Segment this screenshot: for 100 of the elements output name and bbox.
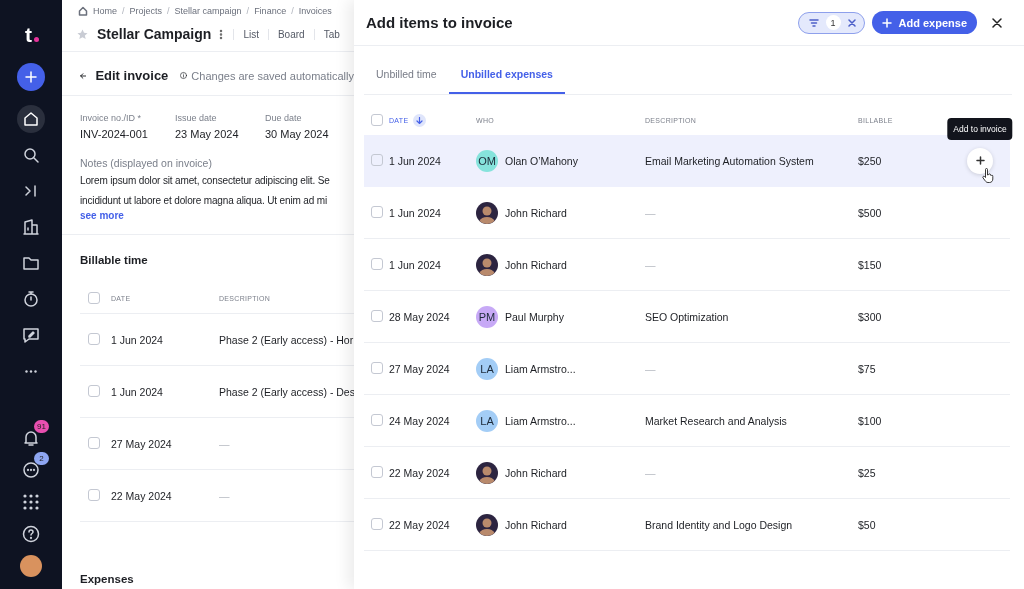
description-cell-text: Email Marketing Automation System: [645, 154, 815, 167]
folder-icon: [22, 254, 40, 272]
notes-label: Notes (displayed on invoice): [80, 157, 213, 169]
avatar-icon: [476, 513, 498, 536]
description-cell-text: —: [645, 466, 657, 479]
field-label: Due date: [264, 113, 303, 123]
breadcrumb-separator: /: [167, 6, 170, 16]
add-to-invoice-button[interactable]: [967, 147, 993, 174]
notes-text: Lorem ipsum dolor sit amet, consectetur adipiscing elit. Se: [80, 174, 331, 188]
notification-badge: 91: [34, 420, 49, 433]
person-name: Olan O’Mahony: [505, 154, 578, 167]
field-label: Invoice no./ID *: [80, 113, 143, 123]
page-title: Edit invoice: [95, 68, 169, 83]
amount-cell-text: $100: [858, 414, 883, 427]
breadcrumb-link[interactable]: Projects: [129, 6, 163, 16]
description-cell-text: —: [645, 258, 657, 271]
chat-pencil-icon: [22, 326, 40, 344]
checkbox[interactable]: [371, 465, 383, 478]
breadcrumb-link[interactable]: Finance: [254, 6, 287, 16]
drawer-title: Add items to invoice: [366, 14, 514, 31]
more-icon: [25, 369, 37, 373]
avatar-icon: [476, 461, 498, 484]
sidebar-item[interactable]: [17, 105, 45, 133]
avatar: LA: [476, 357, 498, 380]
plus-icon: [975, 156, 985, 165]
description-cell-text: SEO Optimization: [645, 310, 730, 323]
amount-cell-text: $75: [858, 362, 877, 375]
checkbox[interactable]: [88, 384, 100, 397]
checkbox[interactable]: [371, 257, 383, 270]
checkbox[interactable]: [88, 291, 100, 304]
stopwatch-icon: [22, 290, 40, 308]
tab[interactable]: Unbilled time: [364, 58, 449, 94]
plus-icon: [881, 17, 892, 28]
amount-cell-text: $50: [858, 518, 877, 531]
project-title: Stellar Campaign: [97, 26, 212, 42]
checkbox[interactable]: [371, 153, 383, 166]
tab[interactable]: Unbilled expenses: [448, 58, 565, 94]
person-name: John Richard: [505, 206, 567, 219]
add-icon: [22, 68, 40, 86]
checkbox[interactable]: [88, 332, 100, 345]
tooltip: Add to invoice: [947, 117, 1013, 140]
breadcrumb-link[interactable]: Invoices: [298, 6, 332, 16]
back-arrow-icon[interactable]: [80, 70, 87, 81]
field-value: INV-2024-001: [80, 128, 149, 140]
amount-cell-text: $300: [858, 310, 883, 323]
checkbox[interactable]: [371, 309, 383, 322]
checkbox[interactable]: [371, 517, 383, 530]
kebab-menu-icon[interactable]: [219, 28, 224, 40]
date-cell-text: 1 Jun 2024: [389, 206, 442, 219]
clear-icon: [847, 18, 856, 27]
date-cell-text: 1 Jun 2024: [389, 258, 442, 271]
notes-text: incididunt ut labore et dolore magna aliqua. Ut enim ad mi: [80, 194, 328, 208]
checkbox[interactable]: [371, 205, 383, 218]
description-cell: Phase 2 (Early access) - Des: [219, 385, 354, 398]
checkbox[interactable]: [371, 413, 383, 426]
close-icon[interactable]: [992, 17, 1002, 28]
amount-cell-text: $500: [858, 206, 883, 219]
avatar-icon: [476, 253, 498, 276]
date-cell-text: 27 May 2024: [111, 437, 173, 450]
person-name: Liam Armstro...: [505, 414, 576, 427]
person-name: John Richard: [505, 258, 567, 271]
add-expense-button[interactable]: Add expense: [871, 11, 977, 34]
chat-icon[interactable]: [22, 461, 40, 479]
breadcrumb-separator: /: [246, 6, 250, 16]
logo: t: [23, 22, 39, 48]
checkbox[interactable]: [88, 488, 100, 501]
breadcrumb-separator: /: [122, 6, 125, 16]
field-label: Issue date: [174, 113, 218, 123]
notification-badge: 2: [34, 452, 49, 465]
filter-chip[interactable]: 1: [797, 11, 865, 34]
checkbox[interactable]: [88, 436, 100, 449]
user-avatar[interactable]: [20, 555, 42, 577]
date-cell-text: 1 Jun 2024: [389, 154, 442, 167]
bell-icon[interactable]: [22, 429, 40, 447]
field-value: 23 May 2024: [174, 128, 240, 140]
search-icon: [22, 146, 40, 164]
see-more-link[interactable]: see more: [80, 210, 124, 221]
section-title: Expenses: [80, 572, 135, 586]
breadcrumb-separator: /: [291, 6, 294, 16]
sidebar-item[interactable]: [17, 63, 45, 91]
view-tab[interactable]: Tab: [313, 28, 349, 40]
breadcrumb-link[interactable]: Stellar campaign: [174, 6, 242, 16]
help-icon[interactable]: [22, 525, 40, 543]
breadcrumb-link[interactable]: Home: [93, 6, 117, 16]
amount-cell-text: $250: [858, 154, 883, 167]
description-cell-text: Brand Identity and Logo Design: [645, 518, 794, 531]
select-all-checkbox[interactable]: [371, 113, 383, 126]
checkbox[interactable]: [371, 361, 383, 374]
person-name: Liam Armstro...: [505, 362, 576, 375]
building-icon: [22, 218, 40, 236]
description-cell: Phase 2 (Early access) - Hor: [219, 333, 354, 346]
date-cell-text: 1 Jun 2024: [111, 333, 164, 346]
view-tab[interactable]: List: [233, 28, 268, 40]
star-icon[interactable]: [77, 28, 88, 40]
autosave-note: Changes are saved automatically: [191, 69, 354, 82]
description-cell-text: —: [219, 489, 231, 502]
date-cell-text: 22 May 2024: [389, 518, 451, 531]
description-cell-text: Market Research and Analysis: [645, 414, 788, 427]
view-tab[interactable]: Board: [267, 28, 314, 40]
apps-grid-icon[interactable]: [22, 493, 40, 511]
